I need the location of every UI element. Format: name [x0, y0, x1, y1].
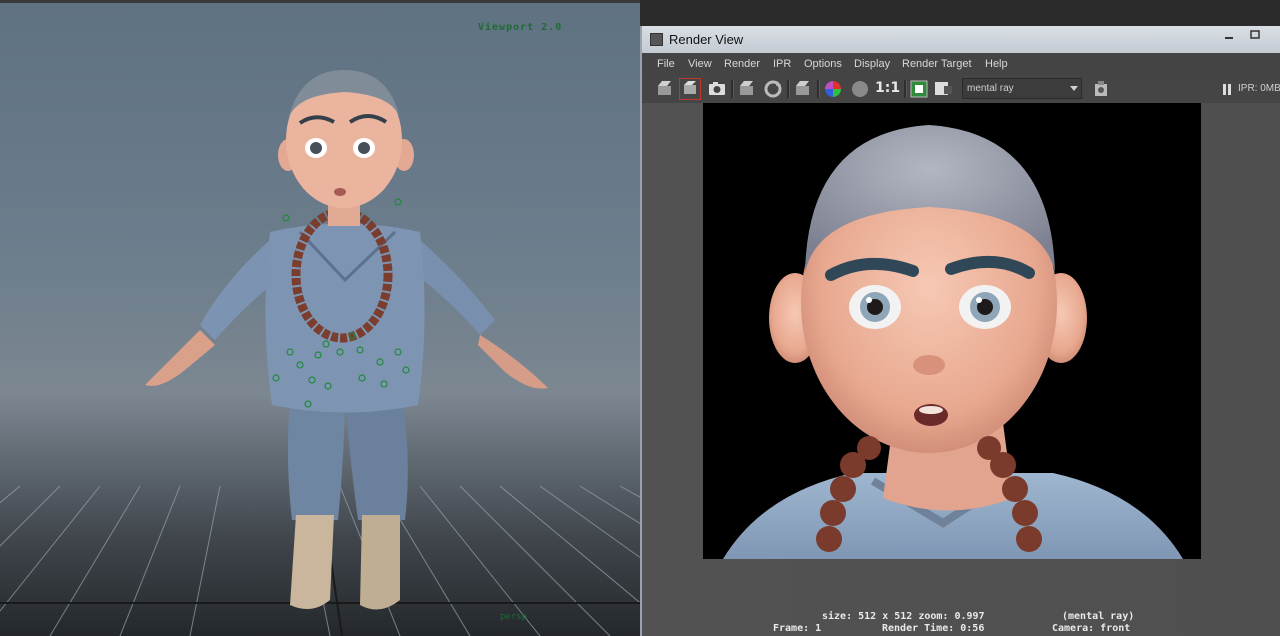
status-camera: Camera: front [1052, 623, 1131, 634]
render-image-area[interactable]: size: 512 x 512 zoom: 0.997 (mental ray)… [642, 103, 1280, 636]
rendered-image [703, 103, 1201, 559]
render-region-button[interactable] [679, 78, 701, 100]
snapshot-button[interactable] [706, 78, 728, 100]
status-size-zoom: size: 512 x 512 zoom: 0.997 [822, 611, 985, 622]
pause-ipr-icon[interactable] [1222, 84, 1232, 95]
window-title: Render View [669, 32, 744, 47]
menu-render-target[interactable]: Render Target [902, 58, 972, 70]
render-view-app-icon [650, 33, 663, 46]
remove-image-icon [935, 82, 952, 95]
toolbar-separator [817, 80, 820, 98]
ipr-render-icon [740, 81, 753, 95]
viewport-panel[interactable]: Viewport 2.0 persp [0, 0, 640, 636]
render-settings-button[interactable] [1090, 78, 1112, 100]
snapshot-icon [709, 82, 725, 95]
refresh-button[interactable] [762, 78, 784, 100]
menu-options[interactable]: Options [804, 58, 842, 70]
renderer-dropdown[interactable]: mental ray [962, 78, 1082, 99]
redo-render-icon [658, 81, 671, 95]
camera-name-tag: persp [500, 612, 528, 622]
render-region-icon [684, 81, 696, 94]
toolbar-separator [787, 80, 790, 98]
toolbar-separator [731, 80, 734, 98]
viewport-renderer-label: Viewport 2.0 [478, 22, 563, 33]
toolbar-separator [904, 80, 907, 98]
menu-help[interactable]: Help [985, 58, 1008, 70]
real-size-button[interactable]: 1:1 [875, 78, 901, 100]
refresh-icon [764, 80, 782, 98]
character-model[interactable] [0, 0, 640, 636]
window-titlebar[interactable]: Render View [642, 26, 1280, 53]
menu-render[interactable]: Render [724, 58, 760, 70]
render-settings-icon [1095, 81, 1107, 96]
render-sequence-icon [796, 81, 809, 95]
renderer-dropdown-value: mental ray [967, 83, 1014, 94]
keep-image-icon [910, 80, 928, 98]
status-render-time: Render Time: 0:56 [882, 623, 985, 634]
keep-image-button[interactable] [908, 78, 930, 100]
ipr-memory-status: IPR: 0MB [1238, 83, 1280, 94]
color-channels-icon [825, 81, 841, 97]
render-toolbar: 1:1 mental ray IPR: 0MB [642, 75, 1280, 103]
status-renderer: (mental ray) [1062, 611, 1135, 622]
render-view-window[interactable]: Render View File View Render IPR Options… [640, 26, 1280, 636]
alpha-channel-button[interactable] [849, 78, 871, 100]
remove-image-button[interactable] [932, 78, 954, 100]
menu-display[interactable]: Display [854, 58, 890, 70]
maximize-button[interactable] [1244, 29, 1266, 45]
rendered-character-portrait [723, 125, 1183, 559]
menu-view[interactable]: View [688, 58, 712, 70]
menu-file[interactable]: File [657, 58, 675, 70]
menu-bar: File View Render IPR Options Display Ren… [642, 53, 1280, 75]
menu-ipr[interactable]: IPR [773, 58, 791, 70]
color-channels-button[interactable] [822, 78, 844, 100]
chevron-down-icon [1070, 86, 1078, 91]
minimize-button[interactable] [1218, 29, 1240, 45]
maximize-icon [1250, 30, 1260, 39]
render-sequence-button[interactable] [792, 78, 814, 100]
alpha-icon [852, 81, 868, 97]
redo-render-button[interactable] [654, 78, 676, 100]
ipr-render-button[interactable] [736, 78, 758, 100]
status-frame: Frame: 1 [773, 623, 822, 634]
minimize-icon [1225, 37, 1233, 39]
